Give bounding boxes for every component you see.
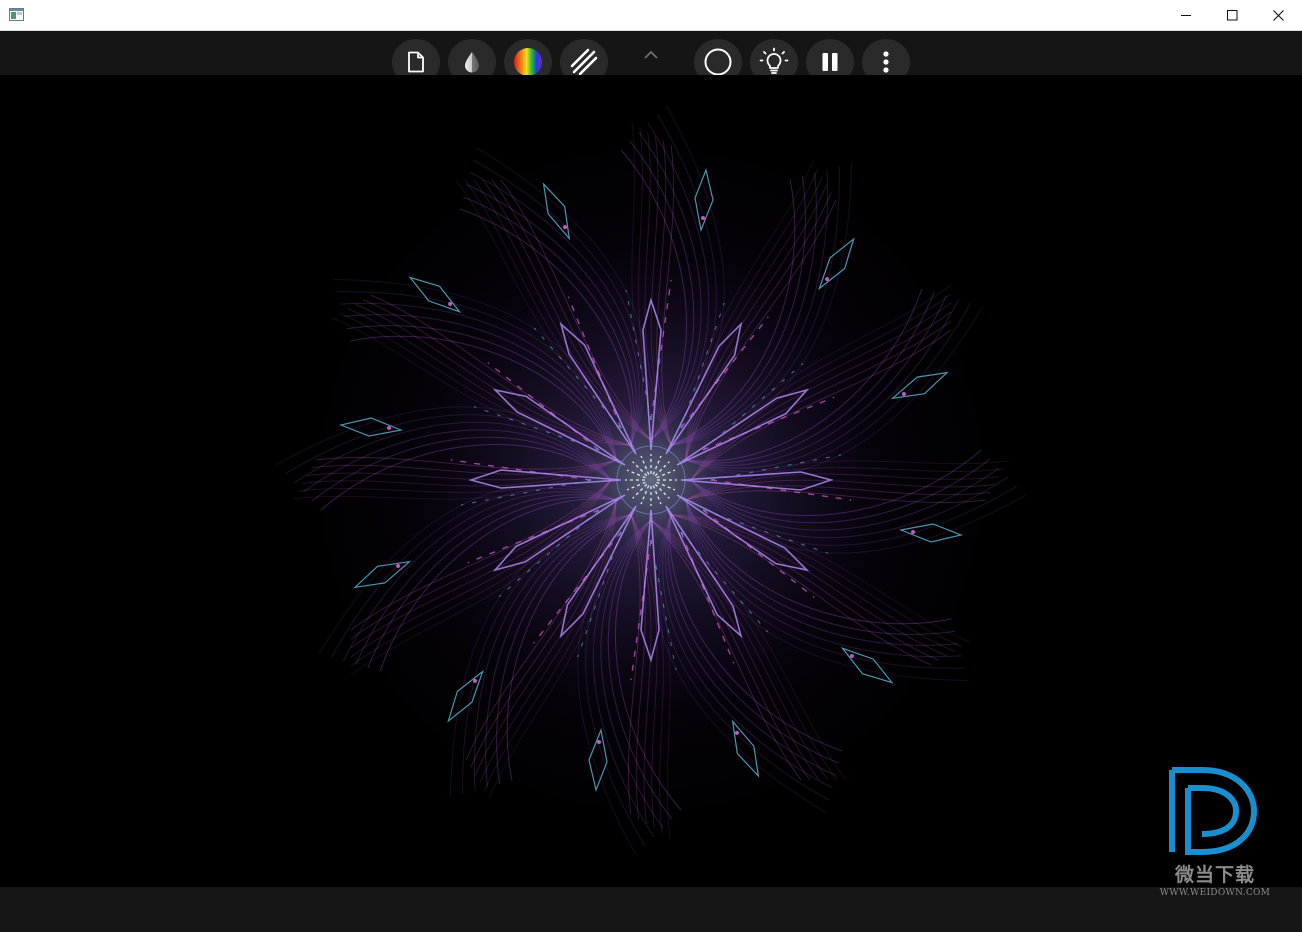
gradient-circle-icon xyxy=(514,48,542,76)
bottom-bar xyxy=(0,887,1302,932)
vertical-ellipsis-icon xyxy=(883,51,889,73)
mandala-artwork xyxy=(261,90,1041,870)
drop-icon xyxy=(465,52,479,73)
collapse-toolbar-button[interactable] xyxy=(636,43,666,67)
window-titlebar xyxy=(0,0,1302,31)
maximize-icon xyxy=(1226,9,1237,20)
minimize-icon xyxy=(1180,14,1191,16)
weidown-logo xyxy=(1169,767,1258,855)
circle-outline-icon xyxy=(704,48,732,76)
app-window-icon xyxy=(9,8,24,21)
maximize-button[interactable] xyxy=(1209,0,1255,30)
minimize-button[interactable] xyxy=(1163,0,1209,30)
lightbulb-icon xyxy=(759,47,789,74)
chevron-up-icon xyxy=(644,50,658,59)
diagonal-lines-icon xyxy=(570,48,598,76)
pause-icon xyxy=(822,53,838,71)
watermark-url: WWW.WEIDOWN.COM xyxy=(1159,888,1271,898)
drawing-canvas[interactable] xyxy=(0,75,1302,887)
close-icon xyxy=(1272,9,1284,21)
page-icon xyxy=(408,51,424,73)
watermark: 微当下载 WWW.WEIDOWN.COM xyxy=(1150,764,1280,904)
watermark-title: 微当下载 xyxy=(1174,864,1255,886)
close-button[interactable] xyxy=(1255,0,1301,30)
